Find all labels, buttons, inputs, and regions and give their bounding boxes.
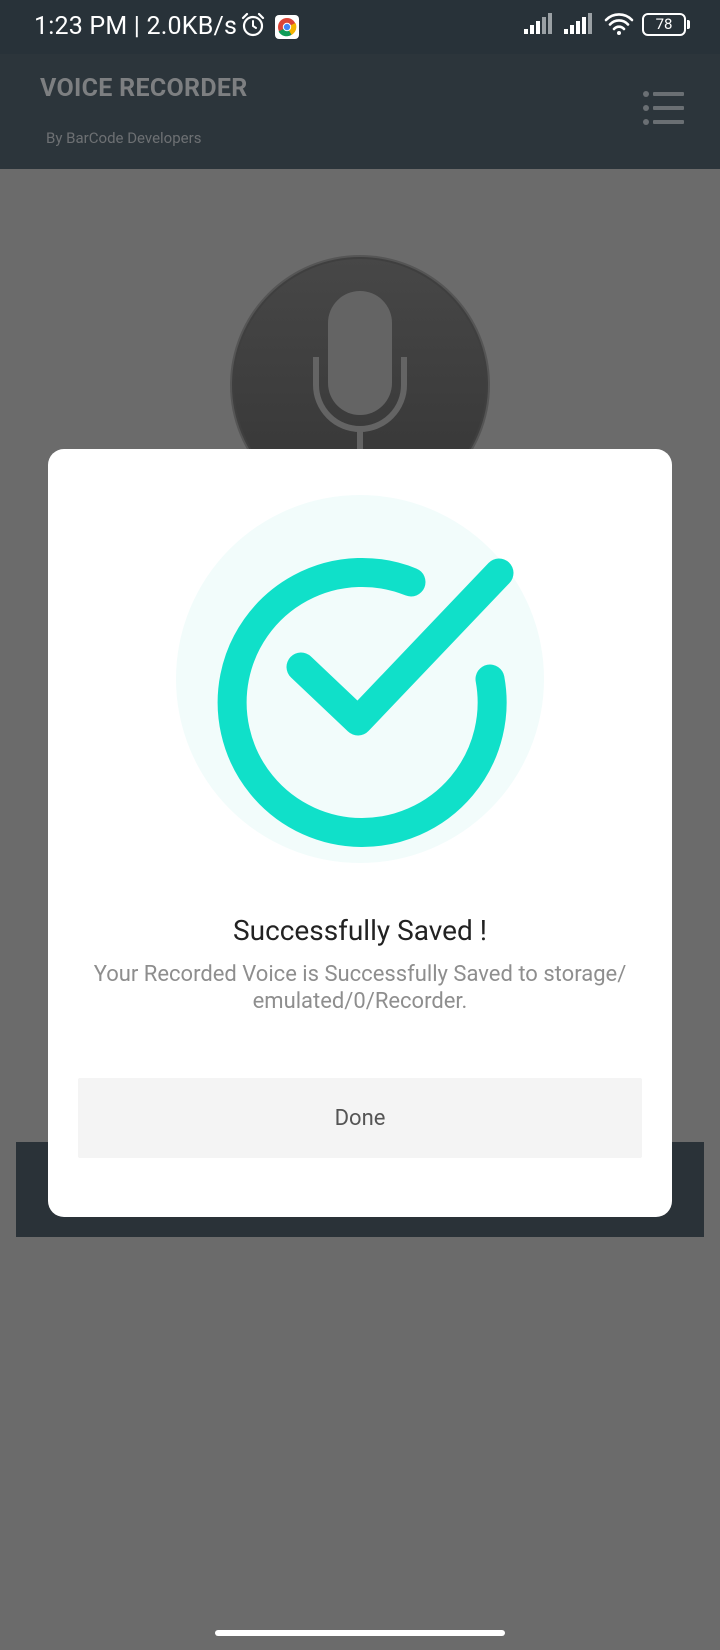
done-button[interactable]: Done xyxy=(78,1078,642,1158)
alarm-icon xyxy=(240,12,266,42)
menu-list-icon[interactable] xyxy=(642,90,686,126)
home-indicator[interactable] xyxy=(215,1630,505,1636)
signal-icon xyxy=(524,13,552,34)
battery-icon: 78 xyxy=(642,12,690,36)
success-check-icon xyxy=(176,495,544,863)
signal-icon xyxy=(564,13,592,34)
wifi-icon xyxy=(604,13,634,35)
status-icons: 78 xyxy=(524,12,690,36)
dialog-title: Successfully Saved ! xyxy=(233,914,487,947)
dialog-message: Your Recorded Voice is Successfully Save… xyxy=(93,962,627,1014)
app-title: VOICE RECORDER xyxy=(40,74,248,103)
app-subtitle: By BarCode Developers xyxy=(46,129,202,147)
chrome-icon xyxy=(275,15,299,43)
success-dialog: Successfully Saved ! Your Recorded Voice… xyxy=(48,449,672,1217)
app-bar: VOICE RECORDER By BarCode Developers xyxy=(0,54,720,169)
status-bar: 1:23 PM | 2.0KB/s 78 xyxy=(0,0,720,54)
status-time-speed: 1:23 PM | 2.0KB/s xyxy=(34,12,238,41)
